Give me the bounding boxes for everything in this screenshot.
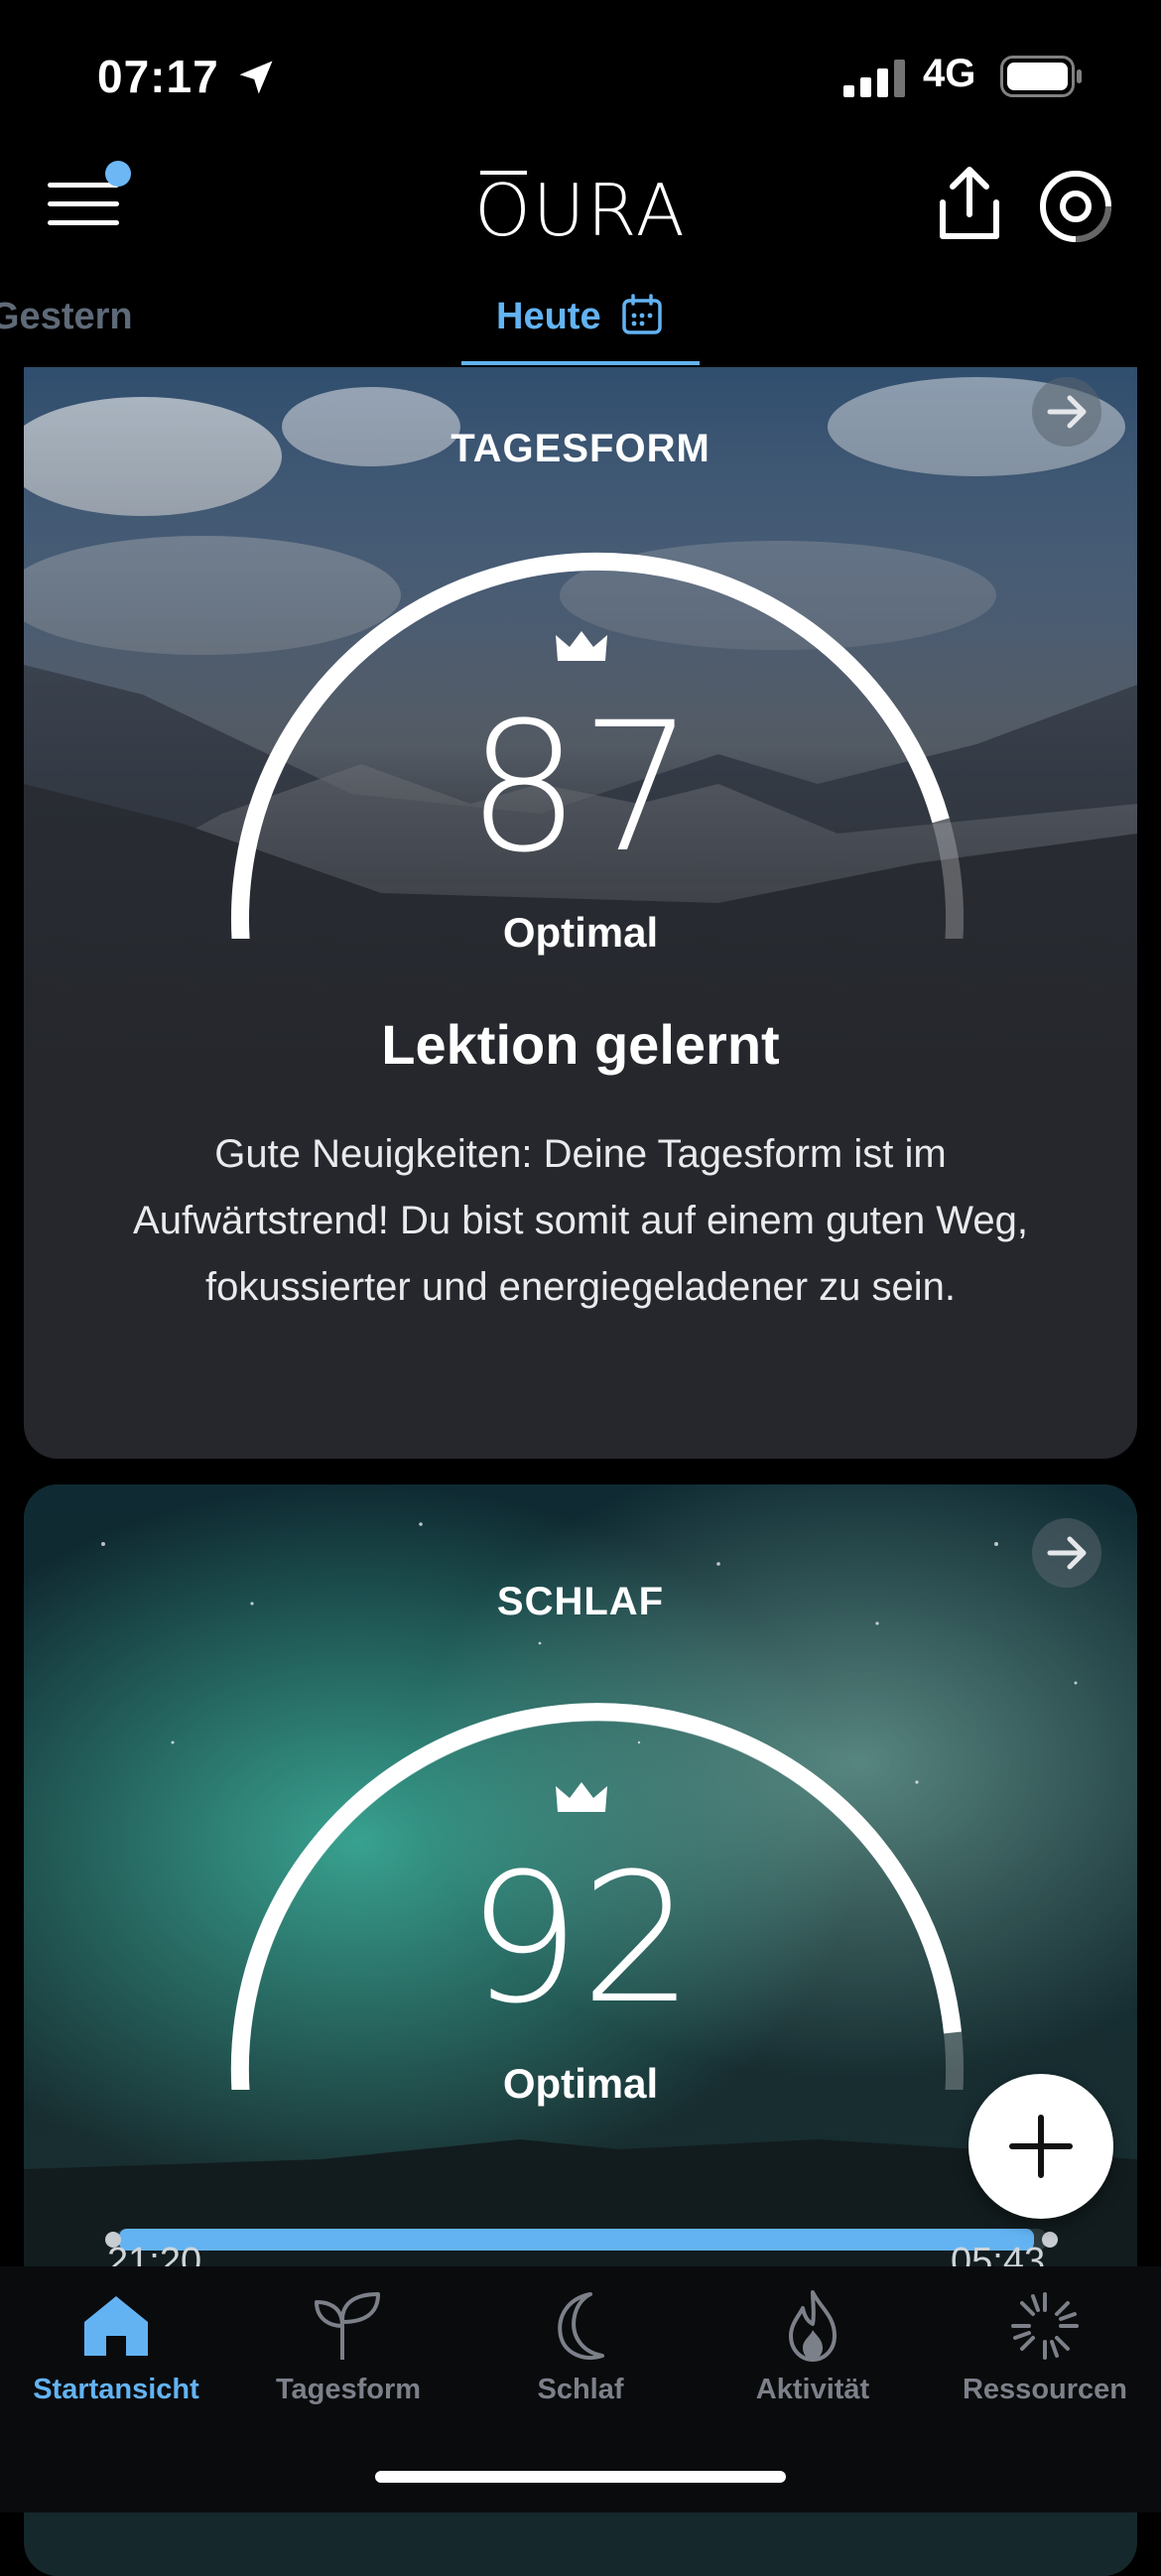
nav-item-resources[interactable]: Ressourcen xyxy=(929,2286,1161,2406)
readiness-status: Optimal xyxy=(502,909,659,956)
sprout-icon xyxy=(315,2292,380,2360)
sleep-score: 92 xyxy=(466,1836,695,2043)
tab-active-indicator xyxy=(461,361,700,365)
sleep-title: SCHLAF xyxy=(496,1580,665,1623)
tab-today[interactable]: Heute xyxy=(496,296,601,338)
battery-icon xyxy=(1000,56,1082,97)
status-time: 07:17 xyxy=(97,51,219,102)
burst-icon xyxy=(1011,2292,1079,2360)
nav-item-readiness[interactable]: Tagesform xyxy=(232,2286,464,2406)
readiness-title: TAGESFORM xyxy=(451,427,710,470)
add-button[interactable] xyxy=(968,2074,1113,2219)
ring-profile-icon[interactable] xyxy=(1038,169,1113,244)
calendar-icon[interactable] xyxy=(621,294,663,335)
plus-icon xyxy=(1009,2115,1073,2178)
sleep-detail-button[interactable] xyxy=(1032,1518,1101,1588)
home-icon xyxy=(84,2296,148,2356)
nav-label-resources: Ressourcen xyxy=(962,2374,1127,2405)
nav-label-activity: Aktivität xyxy=(755,2374,870,2405)
location-arrow-icon xyxy=(239,61,273,94)
readiness-card[interactable]: TAGESFORM 87 Optimal Lektion gelernt Gut… xyxy=(24,367,1137,1459)
sleep-timeline-bar xyxy=(105,2229,1058,2251)
insight-title: Lektion gelernt xyxy=(381,1013,780,1076)
share-icon[interactable] xyxy=(933,165,1006,242)
nav-item-activity[interactable]: Aktivität xyxy=(697,2286,929,2406)
network-type: 4G xyxy=(923,52,976,95)
nav-label-home: Startansicht xyxy=(33,2374,199,2405)
tab-yesterday[interactable]: Gestern xyxy=(0,296,133,338)
home-indicator xyxy=(375,2471,786,2483)
flame-icon xyxy=(789,2290,837,2362)
nav-label-sleep: Schlaf xyxy=(537,2374,624,2405)
nav-item-home[interactable]: Startansicht xyxy=(0,2286,232,2406)
moon-icon xyxy=(558,2292,604,2360)
sleep-status: Optimal xyxy=(502,2060,659,2107)
cellular-signal-icon xyxy=(843,60,905,97)
crown-icon xyxy=(556,1782,607,1812)
nav-label-readiness: Tagesform xyxy=(275,2374,422,2405)
insight-body: Gute Neuigkeiten: Deine Tagesform ist im… xyxy=(133,1132,1028,1309)
crown-icon xyxy=(556,631,607,661)
arrow-right-icon xyxy=(1047,1536,1087,1570)
readiness-score: 87 xyxy=(466,685,695,892)
nav-item-sleep[interactable]: Schlaf xyxy=(464,2286,697,2406)
